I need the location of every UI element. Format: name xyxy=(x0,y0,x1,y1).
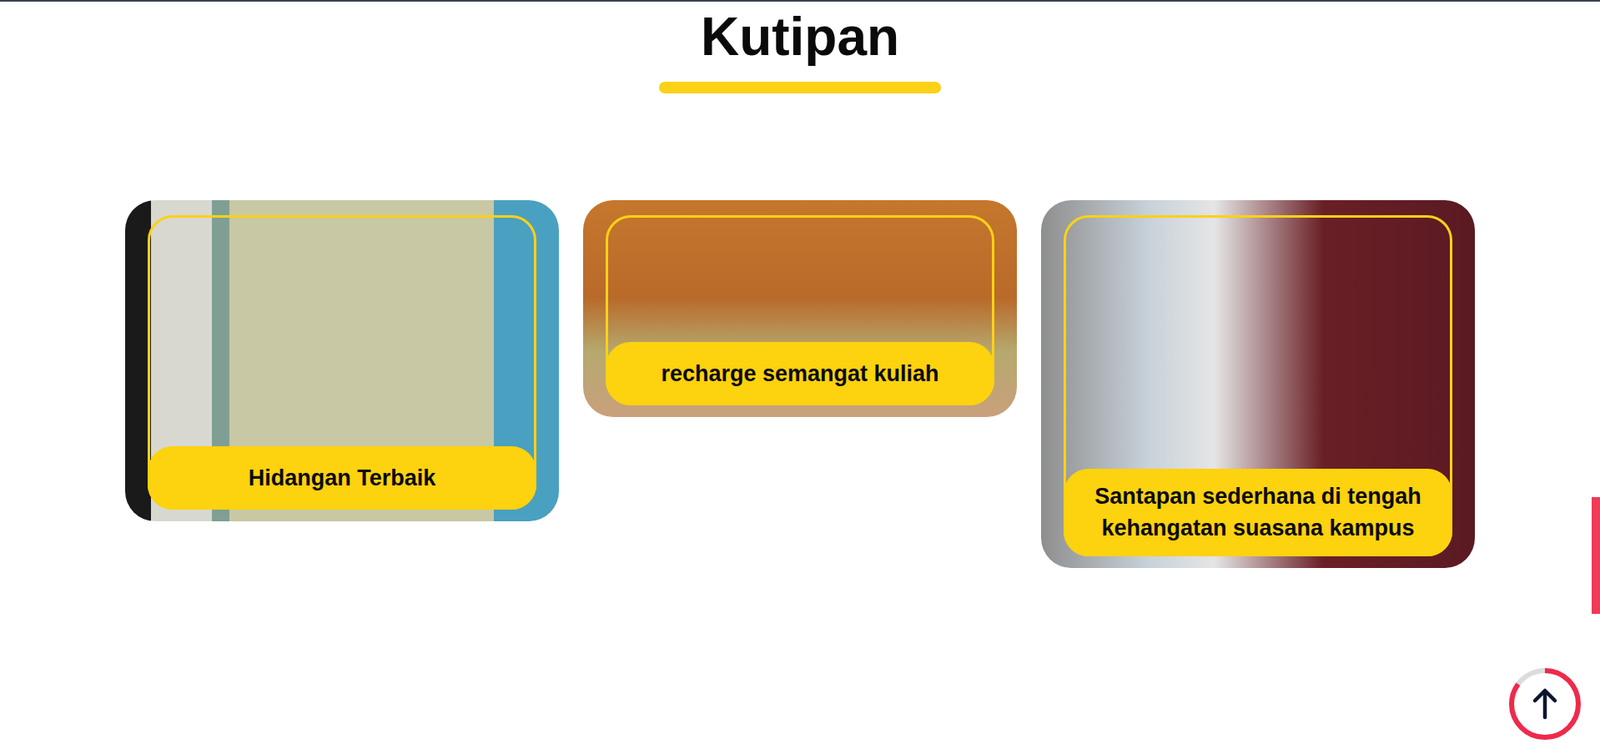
side-tab[interactable] xyxy=(1591,497,1600,614)
card-caption: Santapan sederhana di tengah kehangatan … xyxy=(1063,468,1453,557)
card-caption: Hidangan Terbaik xyxy=(147,446,537,510)
card-frame: Santapan sederhana di tengah kehangatan … xyxy=(1063,215,1453,557)
quote-card[interactable]: Hidangan Terbaik xyxy=(125,200,559,522)
card-frame: recharge semangat kuliah xyxy=(605,215,995,406)
card-frame: Hidangan Terbaik xyxy=(147,215,537,510)
quotes-section: Kutipan Hidangan Terbaik recharge semanga… xyxy=(0,1,1600,569)
quote-card[interactable]: Santapan sederhana di tengah kehangatan … xyxy=(1041,200,1475,569)
progress-ring-icon xyxy=(1504,664,1585,744)
scroll-top-button[interactable] xyxy=(1504,664,1585,744)
card-caption: recharge semangat kuliah xyxy=(605,342,995,406)
title-underline xyxy=(659,81,941,94)
card-list: Hidangan Terbaik recharge semangat kuliah… xyxy=(125,200,1475,569)
arrow-up-icon xyxy=(1534,690,1555,718)
quote-card[interactable]: recharge semangat kuliah xyxy=(583,200,1017,418)
section-title: Kutipan xyxy=(700,5,900,70)
page: Kutipan Hidangan Terbaik recharge semanga… xyxy=(0,1,1600,744)
